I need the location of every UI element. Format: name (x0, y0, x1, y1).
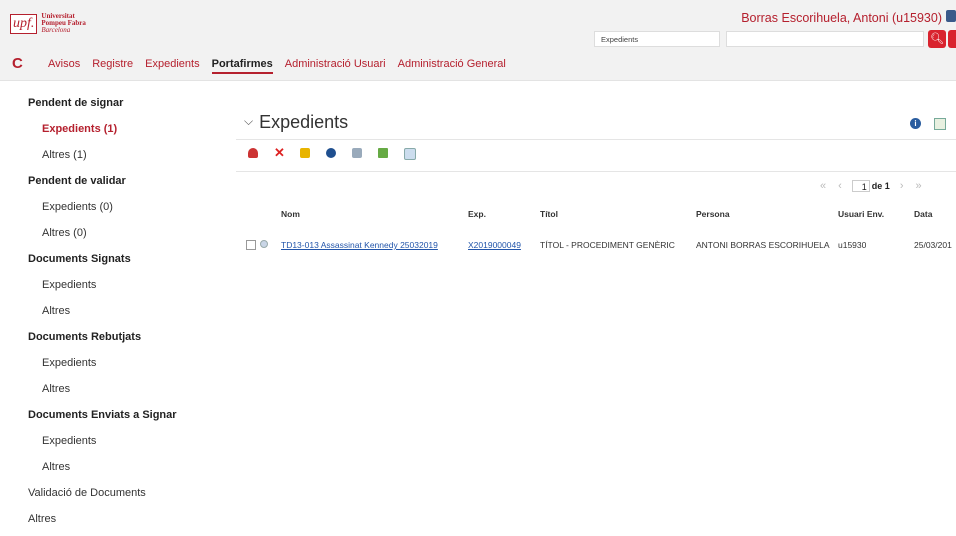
column-header[interactable]: Usuari Env. (838, 209, 884, 219)
forward-icon[interactable] (300, 148, 310, 158)
page-title-text: Expedients (259, 112, 349, 132)
logout-icon[interactable] (946, 10, 956, 22)
sidebar-item[interactable]: Expedients (0) (28, 198, 218, 224)
user-name[interactable]: Borras Escorihuela, Antoni (u15930) (741, 11, 942, 25)
top-bar: upf. Universitat Pompeu Fabra Barcelona … (0, 0, 956, 81)
page-count: de 1 (871, 181, 890, 191)
sidebar-item[interactable]: Altres (1) (28, 146, 218, 172)
sidebar-item[interactable]: Expedients (28, 354, 218, 380)
column-header[interactable]: Data (914, 209, 932, 219)
row-titol: TÍTOL - PROCEDIMENT GENÈRIC (540, 240, 675, 250)
info-icon[interactable]: i (910, 118, 921, 129)
page-input[interactable]: 1 (851, 180, 870, 192)
nav-portafirmes[interactable]: Portafirmes (211, 58, 273, 74)
print-icon[interactable] (352, 148, 362, 158)
chevron-down-icon: ⌵ (244, 114, 254, 128)
row-data: 25/03/201 (914, 240, 952, 250)
sidebar-group-title: Documents Enviats a Signar (28, 409, 177, 421)
info-document-icon[interactable] (326, 148, 336, 158)
last-page-button[interactable]: » (915, 180, 921, 192)
sidebar-item[interactable]: Altres (28, 510, 218, 536)
logo-mark: upf. (10, 13, 38, 34)
advanced-search-button[interactable] (948, 30, 956, 48)
sidebar-item[interactable]: Expedients (1) (28, 120, 218, 146)
sidebar: Pendent de signar Expedients (1) Altres … (28, 94, 218, 536)
sidebar-item[interactable]: Altres (28, 380, 218, 406)
pagination: « ‹ 1 de 1 › » (820, 180, 922, 192)
sidebar-group-title: Documents Rebutjats (28, 331, 142, 343)
search-button[interactable]: 🔍︎ (928, 30, 946, 48)
sidebar-item[interactable]: Validació de Documents (28, 484, 218, 510)
list-icon[interactable] (404, 148, 416, 160)
validate-icon[interactable] (378, 148, 388, 158)
sidebar-item[interactable]: Altres (28, 302, 218, 328)
nav-registre[interactable]: Registre (92, 58, 133, 74)
search-type-select[interactable]: Expedients (594, 31, 720, 47)
search-input[interactable] (726, 31, 924, 47)
row-usuari: u15930 (838, 240, 867, 250)
sidebar-group-title: Documents Signats (28, 253, 131, 265)
nav-administracio-usuari[interactable]: Administració Usuari (285, 58, 386, 74)
search-icon: 🔍︎ (930, 33, 944, 45)
row-nom-link[interactable]: TD13-013 Assassinat Kennedy 25032019 (281, 240, 438, 250)
sidebar-group-title: Pendent de validar (28, 175, 126, 187)
divider (236, 139, 956, 140)
toolbar: ✕ (248, 146, 432, 160)
page-title[interactable]: ⌵ Expedients (244, 112, 348, 133)
column-header[interactable]: Exp. (468, 209, 486, 219)
nav-avisos[interactable]: Avisos (48, 58, 80, 74)
nav-expedients[interactable]: Expedients (145, 58, 199, 74)
upf-logo[interactable]: upf. Universitat Pompeu Fabra Barcelona (10, 13, 86, 34)
status-icon (260, 240, 268, 248)
first-page-button[interactable]: « (820, 180, 826, 192)
divider (236, 171, 956, 172)
reject-icon[interactable]: ✕ (274, 146, 285, 159)
row-exp-link[interactable]: X2019000049 (468, 240, 521, 250)
logo-line-3: Barcelona (41, 26, 71, 34)
excel-export-icon[interactable] (934, 118, 946, 130)
table-row[interactable]: TD13-013 Assassinat Kennedy 25032019 X20… (236, 240, 956, 258)
sign-icon[interactable] (248, 148, 258, 158)
nav-administracio-general[interactable]: Administració General (398, 58, 506, 74)
sidebar-item[interactable]: Altres (28, 458, 218, 484)
row-persona: ANTONI BORRAS ESCORIHUELA (696, 240, 830, 250)
column-header[interactable]: Persona (696, 209, 730, 219)
sidebar-item[interactable]: Expedients (28, 432, 218, 458)
sidebar-item[interactable]: Expedients (28, 276, 218, 302)
next-page-button[interactable]: › (900, 180, 904, 192)
refresh-icon[interactable]: C (12, 55, 23, 72)
column-header[interactable]: Títol (540, 209, 558, 219)
prev-page-button[interactable]: ‹ (838, 180, 842, 192)
column-header[interactable]: Nom (281, 209, 300, 219)
row-checkbox[interactable] (246, 240, 256, 250)
sidebar-item[interactable]: Altres (0) (28, 224, 218, 250)
sidebar-group-title: Pendent de signar (28, 97, 124, 109)
main-nav: Avisos Registre Expedients Portafirmes A… (48, 58, 518, 74)
logo-text: Universitat Pompeu Fabra Barcelona (41, 13, 86, 34)
